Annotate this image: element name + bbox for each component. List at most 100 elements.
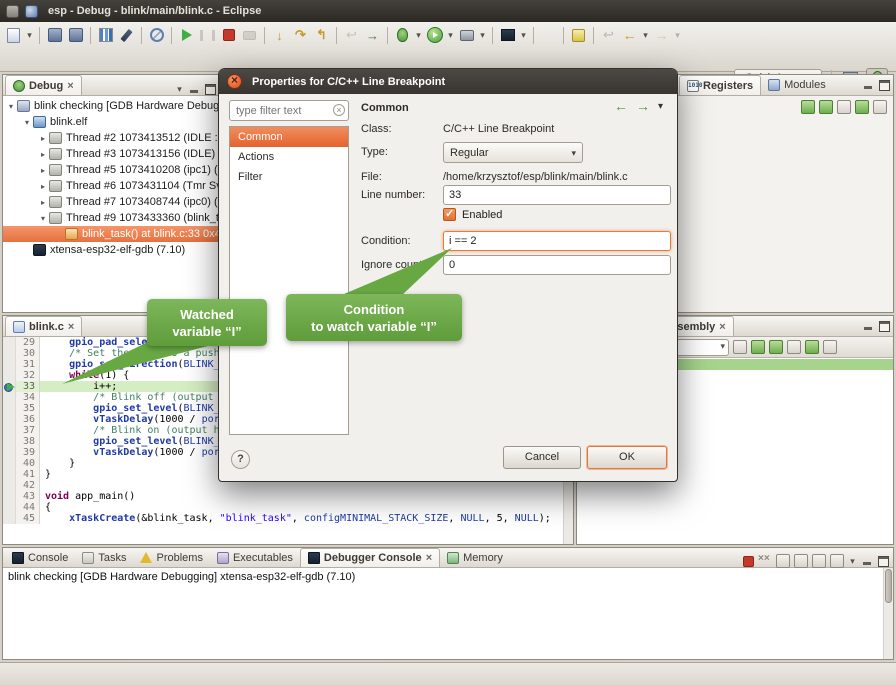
code-line[interactable]: 45 xTaskCreate(&blink_task, "blink_task"… — [3, 513, 573, 524]
breakpoint-margin[interactable] — [3, 425, 16, 436]
breakpoint-margin[interactable] — [3, 381, 16, 392]
breakpoint-margin[interactable] — [3, 337, 16, 348]
external-tools-icon[interactable] — [457, 25, 476, 45]
close-icon[interactable] — [426, 552, 432, 564]
filter-input[interactable] — [229, 100, 349, 121]
tab-debugger-console[interactable]: Debugger Console — [300, 548, 440, 567]
nav-item-filter[interactable]: Filter — [230, 167, 348, 187]
forward-icon[interactable] — [636, 98, 650, 114]
minimize-icon[interactable] — [862, 320, 874, 332]
run-dropdown-icon[interactable] — [446, 25, 455, 45]
disassembly-line[interactable]: 39 vTaskDelay(1000 / portTICK_PERI — [577, 524, 893, 535]
save-all-icon[interactable] — [66, 25, 85, 45]
tab-tasks[interactable]: Tasks — [75, 548, 133, 567]
suspend-icon[interactable] — [198, 25, 217, 45]
external-tools-dropdown-icon[interactable] — [478, 25, 487, 45]
instruction-stepping-icon[interactable] — [363, 25, 382, 45]
forward-icon[interactable] — [652, 25, 671, 45]
tab-problems[interactable]: Problems — [133, 548, 209, 567]
code-line[interactable]: 43 void app_main() — [3, 491, 573, 502]
step-over-icon[interactable] — [291, 25, 310, 45]
resume-icon[interactable] — [177, 25, 196, 45]
scrollbar-thumb[interactable] — [885, 569, 892, 603]
console-scrollbar[interactable] — [883, 568, 893, 659]
disassembly-line[interactable]: 400dbc42: call8 0x400dc6c0 <gpio_set_lev… — [577, 513, 893, 524]
search-icon[interactable] — [539, 25, 558, 45]
open-console-icon[interactable] — [498, 25, 517, 45]
scroll-lock-icon[interactable] — [794, 554, 808, 568]
close-icon[interactable] — [719, 321, 725, 333]
breakpoint-margin[interactable] — [3, 392, 16, 403]
tree-item[interactable]: blink_task() at blink.c:33 0x400db — [3, 226, 219, 242]
breakpoint-margin[interactable] — [3, 403, 16, 414]
disassembly-tool-icon[interactable] — [823, 340, 837, 354]
terminate-console-icon[interactable] — [743, 556, 754, 567]
flashlight-icon[interactable] — [117, 25, 136, 45]
disassembly-tool-icon[interactable] — [787, 340, 801, 354]
breakpoint-margin[interactable] — [3, 447, 16, 458]
ok-button[interactable]: OK — [587, 446, 667, 469]
tree-item[interactable]: ▸ Thread #2 1073413512 (IDLE : Runn — [3, 130, 219, 146]
ignore-count-input[interactable] — [443, 255, 671, 275]
tree-item[interactable]: ▸ Thread #7 1073408744 (ipc0) (Susp — [3, 194, 219, 210]
breakpoint-margin[interactable] — [3, 480, 16, 491]
disassembly-tool-icon[interactable] — [733, 340, 747, 354]
type-dropdown[interactable]: Regular — [443, 142, 583, 163]
close-icon[interactable] — [67, 80, 73, 92]
maximize-icon[interactable] — [204, 83, 216, 95]
skip-all-breakpoints-icon[interactable] — [147, 25, 166, 45]
tree-item[interactable]: ▾ blink.elf — [3, 114, 219, 130]
run-icon[interactable] — [425, 25, 444, 45]
line-number-input[interactable] — [443, 185, 671, 205]
tab-registers[interactable]: Registers — [679, 75, 761, 95]
tree-item[interactable]: ▸ Thread #6 1073431104 (Tmr Svc) (S — [3, 178, 219, 194]
display-selected-console-icon[interactable] — [830, 554, 844, 568]
disassembly-line[interactable]: 400dbc3c: movi.n a11, 1 — [577, 491, 893, 502]
back-icon[interactable] — [614, 98, 628, 114]
forward-dropdown-icon[interactable] — [673, 25, 682, 45]
expander-icon[interactable]: ▾ — [5, 102, 17, 111]
pin-console-icon[interactable] — [812, 554, 826, 568]
tab-executables[interactable]: Executables — [210, 548, 300, 567]
condition-input[interactable] — [443, 231, 671, 251]
close-icon[interactable] — [68, 321, 74, 333]
breakpoint-margin[interactable] — [3, 414, 16, 425]
breakpoint-margin[interactable] — [3, 513, 16, 524]
remove-launches-icon[interactable] — [758, 554, 772, 568]
expander-icon[interactable]: ▸ — [37, 150, 49, 159]
minimize-icon[interactable] — [862, 79, 874, 91]
tab-memory[interactable]: Memory — [440, 548, 510, 567]
expander-icon[interactable]: ▸ — [37, 198, 49, 207]
disassembly-tool-icon[interactable] — [769, 340, 783, 354]
registers-tool-icon[interactable] — [855, 100, 869, 114]
tree-item[interactable]: ▸ Thread #3 1073413156 (IDLE) (Susp — [3, 146, 219, 162]
breakpoint-margin[interactable] — [3, 348, 16, 359]
back-icon[interactable] — [620, 25, 639, 45]
breakpoint-margin[interactable] — [3, 502, 16, 513]
open-element-icon[interactable] — [96, 25, 115, 45]
disconnect-icon[interactable] — [240, 25, 259, 45]
tree-item[interactable]: ▸ Thread #5 1073410208 (ipc1) (Susp — [3, 162, 219, 178]
expander-icon[interactable]: ▸ — [37, 134, 49, 143]
tab-modules[interactable]: Modules — [761, 75, 833, 95]
registers-tool-icon[interactable] — [873, 100, 887, 114]
breakpoint-margin[interactable] — [3, 359, 16, 370]
code-line[interactable]: 44 { — [3, 502, 573, 513]
minimize-icon[interactable] — [188, 83, 200, 95]
breakpoint-margin[interactable] — [3, 458, 16, 469]
minimize-icon[interactable] — [861, 555, 873, 567]
tree-item[interactable]: ▾ blink checking [GDB Hardware Debug — [3, 98, 219, 114]
cancel-button[interactable]: Cancel — [503, 446, 581, 469]
open-console-dropdown-icon[interactable] — [519, 25, 528, 45]
clear-filter-icon[interactable] — [333, 104, 345, 116]
maximize-icon[interactable] — [878, 79, 890, 91]
disassembly-tool-icon[interactable] — [751, 340, 765, 354]
maximize-icon[interactable] — [878, 320, 890, 332]
clear-console-icon[interactable] — [776, 554, 790, 568]
save-icon[interactable] — [45, 25, 64, 45]
tab-console[interactable]: Console — [5, 548, 75, 567]
dialog-close-icon[interactable] — [227, 74, 242, 89]
registers-tool-icon[interactable] — [819, 100, 833, 114]
expander-icon[interactable]: ▾ — [21, 118, 33, 127]
new-wizard-icon[interactable] — [4, 25, 23, 45]
